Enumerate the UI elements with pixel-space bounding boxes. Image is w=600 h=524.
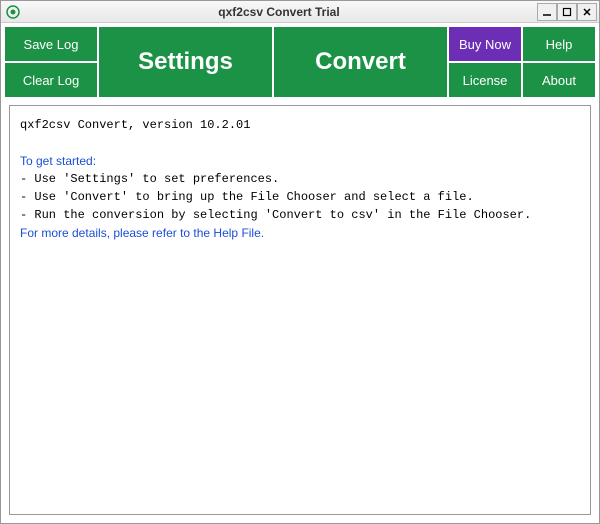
save-log-button[interactable]: Save Log (5, 27, 97, 61)
window-controls (537, 3, 597, 21)
close-button[interactable] (577, 3, 597, 21)
log-buttons-column: Save Log Clear Log (5, 27, 97, 97)
instruction-line-3: - Run the conversion by selecting 'Conve… (20, 206, 580, 224)
log-panel[interactable]: qxf2csv Convert, version 10.2.01 To get … (9, 105, 591, 515)
instruction-line-2: - Use 'Convert' to bring up the File Cho… (20, 188, 580, 206)
maximize-button[interactable] (557, 3, 577, 21)
buy-now-button[interactable]: Buy Now (449, 27, 521, 61)
settings-button[interactable]: Settings (99, 27, 272, 97)
app-window: qxf2csv Convert Trial Save Log Clear Log… (0, 0, 600, 524)
clear-log-button[interactable]: Clear Log (5, 63, 97, 97)
toolbar: Save Log Clear Log Settings Convert Buy … (1, 23, 599, 101)
convert-button[interactable]: Convert (274, 27, 447, 97)
version-line: qxf2csv Convert, version 10.2.01 (20, 116, 580, 134)
help-button[interactable]: Help (523, 27, 595, 61)
help-file-line: For more details, please refer to the He… (20, 224, 580, 242)
help-column: Help About (523, 27, 595, 97)
license-button[interactable]: License (449, 63, 521, 97)
titlebar: qxf2csv Convert Trial (1, 1, 599, 23)
minimize-button[interactable] (537, 3, 557, 21)
window-title: qxf2csv Convert Trial (21, 5, 537, 19)
purchase-column: Buy Now License (449, 27, 521, 97)
about-button[interactable]: About (523, 63, 595, 97)
app-icon (5, 4, 21, 20)
instruction-line-1: - Use 'Settings' to set preferences. (20, 170, 580, 188)
get-started-header: To get started: (20, 152, 580, 170)
